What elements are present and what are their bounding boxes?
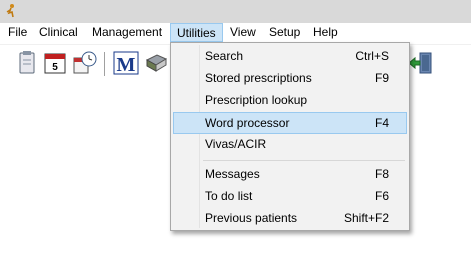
menu-item-label: To do list — [205, 189, 253, 203]
menu-setup[interactable]: Setup — [263, 23, 306, 42]
mims-m-icon[interactable]: M — [113, 50, 139, 76]
menu-item-word-processor[interactable]: Word processor F4 — [173, 112, 407, 134]
menu-item-vivas-acir[interactable]: Vivas/ACIR — [173, 134, 407, 156]
menu-item-messages[interactable]: Messages F8 — [173, 164, 407, 186]
title-bar — [0, 0, 471, 23]
calendar-day-text: 5 — [52, 62, 58, 73]
menu-item-shortcut: F9 — [374, 71, 389, 85]
menu-item-shortcut: Ctrl+S — [355, 49, 389, 63]
menu-item-label: Prescription lookup — [205, 93, 308, 107]
menu-item-shortcut: F8 — [374, 167, 389, 181]
menu-item-prescription-lookup[interactable]: Prescription lookup — [173, 90, 407, 112]
menu-item-label: Stored prescriptions — [205, 71, 312, 85]
menu-item-shortcut: Shift+F2 — [343, 211, 389, 225]
menu-file[interactable]: File — [2, 23, 33, 42]
menu-item-stored-prescriptions[interactable]: Stored prescriptions F9 — [173, 68, 407, 90]
app-logo-icon — [6, 4, 14, 18]
menu-help[interactable]: Help — [307, 23, 344, 42]
menu-item-shortcut: F6 — [374, 189, 389, 203]
appointment-clock-icon[interactable] — [72, 50, 98, 76]
menu-item-label: Messages — [205, 167, 260, 181]
menu-item-previous-patients[interactable]: Previous patients Shift+F2 — [173, 208, 407, 230]
menu-view[interactable]: View — [224, 23, 262, 42]
menu-item-shortcut: F4 — [374, 116, 389, 130]
utilities-dropdown-menu: Search Ctrl+S Stored prescriptions F9 Pr… — [170, 42, 410, 231]
book-icon[interactable] — [143, 50, 169, 76]
menu-management[interactable]: Management — [86, 23, 168, 42]
menu-item-label: Previous patients — [205, 211, 298, 225]
mims-letter: M — [117, 54, 136, 76]
calendar-icon[interactable]: 5 — [42, 50, 68, 76]
menu-utilities[interactable]: Utilities — [170, 23, 223, 42]
toolbar-separator — [104, 52, 105, 76]
clipboard-icon[interactable] — [14, 50, 40, 76]
menu-item-label: Search — [205, 49, 244, 63]
menu-item-search[interactable]: Search Ctrl+S — [173, 46, 407, 68]
menu-item-label: Word processor — [205, 116, 290, 130]
menu-separator — [203, 160, 405, 161]
exit-door-icon[interactable] — [408, 50, 434, 76]
menu-item-label: Vivas/ACIR — [205, 137, 267, 151]
menu-clinical[interactable]: Clinical — [33, 23, 84, 42]
menu-item-to-do-list[interactable]: To do list F6 — [173, 186, 407, 208]
